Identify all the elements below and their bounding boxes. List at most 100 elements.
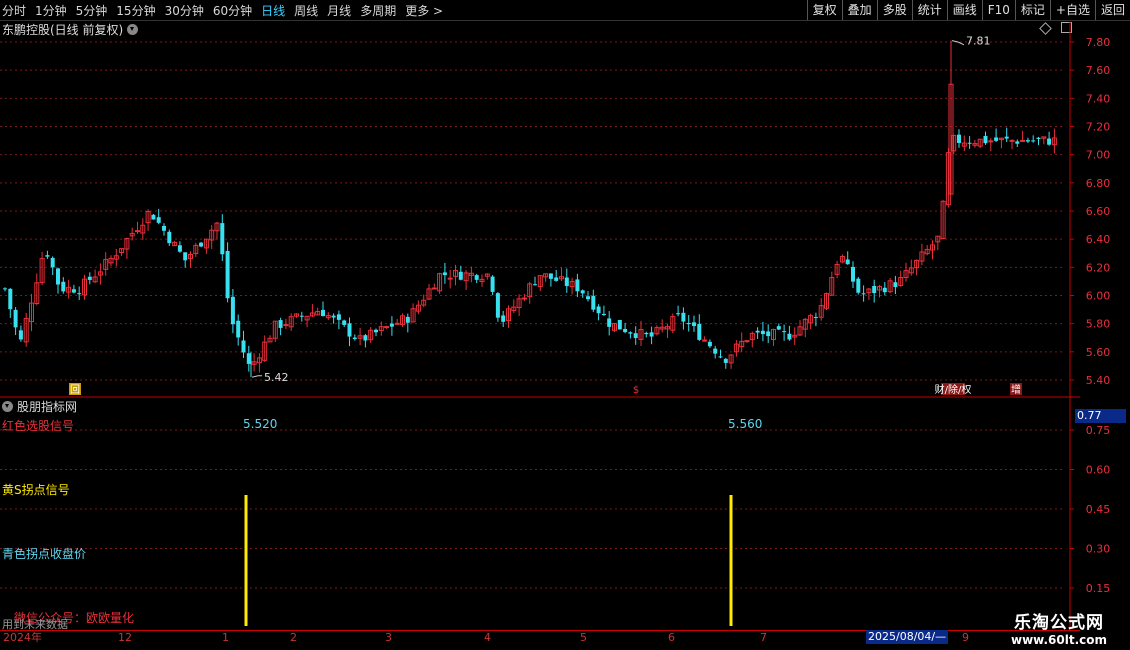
low-pointer [251,375,262,378]
candle-body-down [405,316,410,323]
candle-body-down [50,257,55,268]
candle-body-down [336,314,341,320]
candle-body-down [389,323,394,327]
candle-body-down [755,330,760,333]
candle-body-down [564,277,569,287]
candle-body-down [856,278,861,293]
indicator-tick-label: 0.15 [1086,582,1111,595]
candle-body-down [893,282,898,288]
candle-body-down [167,231,172,244]
price-tick-label: 5.40 [1086,374,1111,387]
indicator-title-row: 股朋指标网 [2,398,77,415]
price-tick-label: 5.80 [1086,318,1111,331]
date-label: 4 [484,631,491,644]
signal-value-2: 5.560 [728,417,763,431]
cursor-date: 2025/08/04/— [866,630,948,644]
price-tick-label: 7.40 [1086,92,1111,105]
candle-body-down [533,284,537,286]
candle-body-down [718,356,723,358]
candle-body-up [447,277,453,280]
candle-body-down [183,252,188,261]
candle-body-down [607,318,612,327]
price-tick-label: 7.60 [1086,64,1111,77]
candle-body-up [744,340,750,343]
date-label: 12 [118,631,132,644]
candle-body-down [61,281,66,292]
candle-body-down [548,273,553,279]
candle-body-down [374,329,378,333]
candle-body-down [474,275,479,280]
price-tick-label: 6.00 [1086,290,1111,303]
candle-body-down [220,223,225,255]
candle-body-down [1004,136,1009,139]
candle-body-down [882,287,887,293]
watermark-url: www.60lt.com [1010,633,1108,647]
candle-body-down [861,293,866,295]
event-marker: 财/除/权 [935,383,972,396]
price-tick-label: 7.00 [1086,149,1111,162]
candle-body-down [586,296,590,300]
signal-bar [729,495,733,626]
candle-body-down [628,332,633,334]
kline-chart: 7.80 7.60 7.40 7.20 7.00 6.80 6.60 6.40 6.20 6.00… [0,22,1111,630]
candle-body-down [776,326,781,330]
price-tick-label: 6.80 [1086,177,1111,190]
candle-body-down [692,322,696,326]
date-label: 1 [222,631,229,644]
candle-body-down [596,306,601,314]
candle-body-down [782,331,787,333]
event-marker: 回 [70,384,80,396]
candle-body-down [601,313,606,316]
indicator-tick-label: 0.75 [1086,424,1111,437]
signal-value-1: 5.520 [243,417,278,431]
candle-body-down [633,333,638,339]
candle-body-down [151,214,156,220]
candle-body-down [458,271,463,280]
candle-body-down [1036,137,1041,139]
candle-body-down [872,286,877,294]
candle-body-down [575,279,580,292]
candle-body-down [845,259,850,265]
candle-body-down [230,296,235,325]
candle-body-down [495,293,500,318]
candle-body-down [177,245,182,252]
candle-body-down [676,313,681,315]
event-marker: 增 [1011,383,1021,396]
candle-body-down [686,323,691,325]
price-tick-label: 6.20 [1086,261,1111,274]
price-tick-label: 6.40 [1086,233,1111,246]
date-label: 3 [385,631,392,644]
candle-body-down [18,330,23,340]
low-price-label: 5.42 [264,371,289,384]
candle-body-up [1009,139,1015,142]
candle-body-down [1025,140,1030,142]
watermark: 乐淘公式网 www.60lt.com [988,608,1130,647]
candle-body-down [246,353,251,364]
candle-body-down [45,255,50,257]
candle-body-down [199,242,204,247]
watermark-title: 乐淘公式网 [1014,613,1104,633]
indicator-tick-label: 0.60 [1086,464,1111,477]
candle-body-down [851,266,855,282]
indicator-dropdown-icon[interactable] [2,401,13,412]
candle-body-down [1047,138,1052,145]
candle-body-up [394,322,400,325]
candle-body-down [1015,141,1020,144]
candle-body-up [988,140,994,143]
candle-body-down [87,276,92,280]
candle-body-down [56,268,60,285]
candle-body-down [787,333,792,340]
candle-body-down [331,315,336,318]
candle-body-down [681,312,686,322]
high-price-label: 7.81 [966,35,991,48]
candle-body-down [697,323,702,340]
price-tick-label: 5.60 [1086,346,1111,359]
candle-body-down [156,217,161,223]
date-label: 2 [290,631,297,644]
date-label: 7 [760,631,767,644]
candle-body-down [342,320,347,325]
candle-body-down [623,328,628,333]
candle-body-down [983,135,988,144]
candle-body-up [135,230,140,233]
candle-body-down [363,335,368,341]
